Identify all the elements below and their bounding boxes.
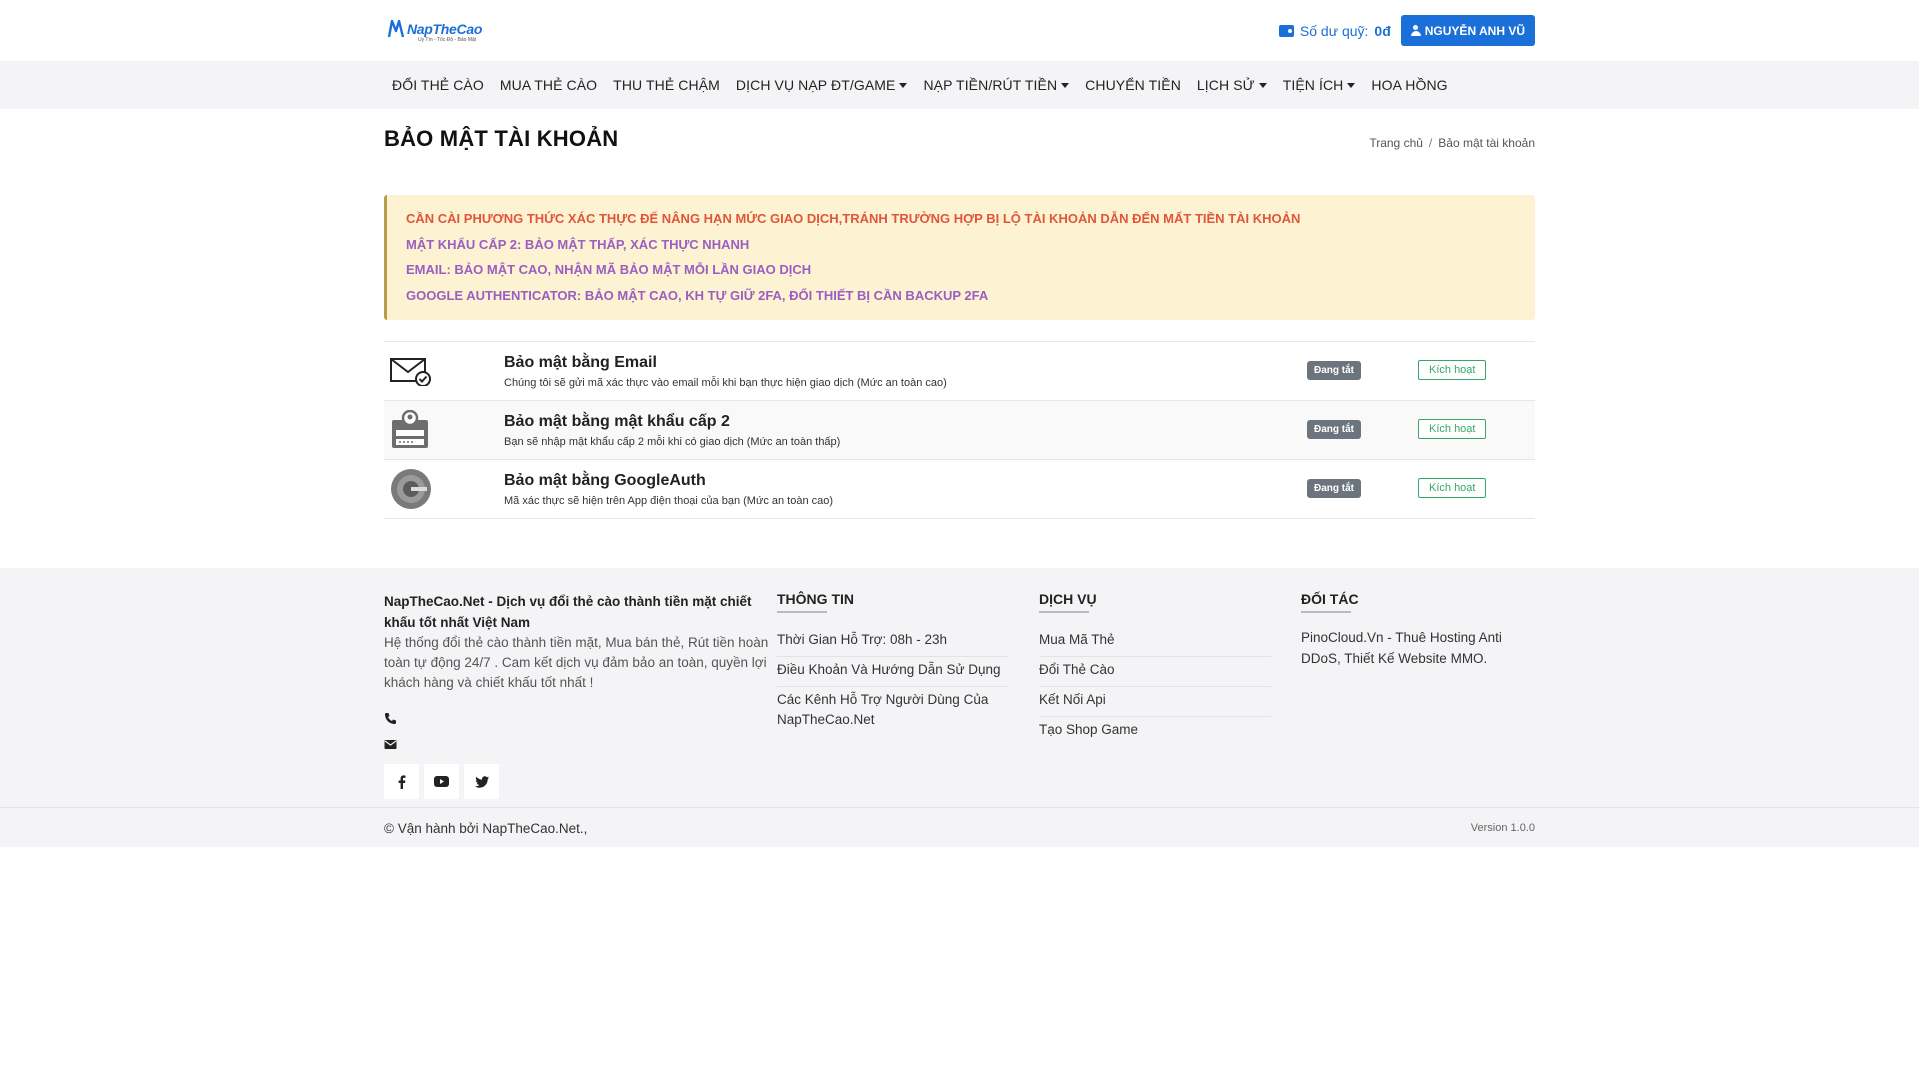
- nav-lich-su[interactable]: LỊCH SỬ: [1189, 77, 1275, 93]
- password-card-icon: [392, 410, 428, 448]
- footer-about: Hệ thống đổi thẻ cào thành tiền mặt, Mua…: [384, 635, 769, 690]
- status-badge: Đang tắt: [1307, 420, 1361, 439]
- security-row-password: Bảo mật bằng mật khẩu cấp 2 Bạn sẽ nhập …: [384, 401, 1535, 460]
- security-description: Bạn sẽ nhập mật khẩu cấp 2 mỗi khi có gi…: [504, 435, 841, 448]
- security-row-email: Bảo mật bằng Email Chúng tôi sẽ gửi mã x…: [384, 342, 1535, 401]
- main-nav: ĐỔI THẺ CÀO MUA THẺ CÀO THU THẺ CHẬM DỊC…: [0, 61, 1919, 109]
- wallet-icon: [1278, 24, 1294, 37]
- security-description: Mã xác thực sẽ hiện trên App điện thoại …: [504, 494, 834, 507]
- activate-googleauth-button[interactable]: Kích hoạt: [1418, 478, 1487, 498]
- logo-tagline: Uy Tín - Tốc Độ - Bảo Mật: [418, 36, 477, 43]
- nav-hoa-hong[interactable]: HOA HỒNG: [1363, 77, 1455, 93]
- caret-down-icon: [899, 82, 908, 88]
- security-description: Chúng tôi sẽ gửi mã xác thực vào email m…: [504, 376, 947, 389]
- status-badge: Đang tắt: [1307, 479, 1361, 498]
- nav-chuyen-tien[interactable]: CHUYỂN TIỀN: [1077, 77, 1189, 93]
- nav-mua-the-cao[interactable]: MUA THẺ CÀO: [492, 77, 605, 93]
- logo-text: NapTheCao: [407, 20, 483, 37]
- twitter-icon[interactable]: [464, 764, 499, 799]
- warning-line-password: MẬT KHẨU CẤP 2: BẢO MẬT THẤP, XÁC THỰC N…: [406, 236, 750, 252]
- logo-mark-icon: [387, 19, 405, 37]
- main-content: BẢO MẬT TÀI KHOẢN Trang chủ / Bảo mật tà…: [384, 109, 1535, 519]
- footer-link-terms[interactable]: Điều Khoản Và Hướng Dẫn Sử Dụng: [777, 657, 1009, 687]
- caret-down-icon: [1347, 82, 1356, 88]
- footer-info-heading: THÔNG TIN: [777, 591, 1039, 613]
- footer-brand: NapTheCao.Net - Dịch vụ đổi thẻ cào thàn…: [384, 594, 752, 630]
- security-warning-box: CẦN CÀI PHƯƠNG THỨC XÁC THỰC ĐỂ NÂNG HẠN…: [384, 195, 1535, 320]
- activate-email-button[interactable]: Kích hoạt: [1418, 360, 1487, 380]
- footer-link-buy-card[interactable]: Mua Mã Thẻ: [1039, 627, 1271, 657]
- google-authenticator-icon: [391, 469, 431, 509]
- footer-link-create-shop[interactable]: Tạo Shop Game: [1039, 717, 1271, 746]
- user-icon: [1410, 25, 1421, 36]
- breadcrumb-home[interactable]: Trang chủ: [1369, 136, 1423, 150]
- user-account-button[interactable]: NGUYỄN ANH VŨ: [1400, 15, 1535, 46]
- security-methods-table: Bảo mật bằng Email Chúng tôi sẽ gửi mã x…: [384, 341, 1535, 519]
- nav-thu-the-cham[interactable]: THU THẺ CHẬM: [605, 77, 728, 93]
- balance-value: 0đ: [1374, 22, 1391, 39]
- nav-tien-ich[interactable]: TIỆN ÍCH: [1275, 77, 1364, 93]
- site-logo[interactable]: NapTheCao Uy Tín - Tốc Độ - Bảo Mật: [384, 19, 482, 43]
- footer-services-heading: DỊCH VỤ: [1039, 591, 1301, 613]
- warning-line-main: CẦN CÀI PHƯƠNG THỨC XÁC THỰC ĐỂ NÂNG HẠN…: [406, 211, 1301, 226]
- breadcrumb: Trang chủ / Bảo mật tài khoản: [1369, 136, 1535, 150]
- security-title: Bảo mật bằng mật khẩu cấp 2: [504, 412, 730, 430]
- balance-label: Số dư quỹ:: [1299, 22, 1369, 39]
- envelope-check-icon: [390, 358, 431, 386]
- security-title: Bảo mật bằng GoogleAuth: [504, 471, 706, 489]
- security-row-googleauth: Bảo mật bằng GoogleAuth Mã xác thực sẽ h…: [384, 460, 1535, 519]
- envelope-icon: [384, 731, 777, 757]
- phone-icon: [384, 705, 777, 731]
- youtube-icon[interactable]: [424, 764, 459, 799]
- breadcrumb-current: Bảo mật tài khoản: [1438, 135, 1535, 150]
- security-title: Bảo mật bằng Email: [504, 353, 657, 371]
- nav-dich-vu-nap[interactable]: DỊCH VỤ NẠP ĐT/GAME: [728, 77, 916, 93]
- nav-nap-rut-tien[interactable]: NẠP TIỀN/RÚT TIỀN: [915, 77, 1077, 93]
- user-name: NGUYỄN ANH VŨ: [1424, 23, 1525, 38]
- footer-partners-heading: ĐỐI TÁC: [1301, 591, 1535, 613]
- warning-line-email: EMAIL: BẢO MẬT CAO, NHẬN MÃ BẢO MẬT MỖI …: [406, 262, 812, 277]
- footer-bottom-bar: © Vận hành bởi NapTheCao.Net., Version 1…: [0, 807, 1919, 847]
- footer-partner-link[interactable]: PinoCloud.Vn - Thuê Hosting Anti DDoS, T…: [1301, 627, 1535, 669]
- breadcrumb-separator: /: [1428, 135, 1433, 150]
- page-title: BẢO MẬT TÀI KHOẢN: [384, 126, 619, 151]
- nav-doi-the-cao[interactable]: ĐỔI THẺ CÀO: [384, 77, 492, 93]
- version-text: Version 1.0.0: [1470, 822, 1535, 834]
- caret-down-icon: [1061, 82, 1070, 88]
- balance-display[interactable]: Số dư quỹ: 0đ: [1278, 22, 1391, 39]
- activate-password-button[interactable]: Kích hoạt: [1418, 419, 1487, 439]
- footer-link-exchange-card[interactable]: Đổi Thẻ Cào: [1039, 657, 1271, 687]
- caret-down-icon: [1258, 82, 1267, 88]
- warning-line-google-auth: GOOGLE AUTHENTICATOR: BẢO MẬT CAO, KH TỰ…: [406, 287, 989, 303]
- copyright-text: © Vận hành bởi NapTheCao.Net.,: [384, 820, 588, 836]
- footer-link-support-channels[interactable]: Các Kênh Hỗ Trợ Người Dùng Của NapTheCao…: [777, 687, 1009, 736]
- footer-link-api[interactable]: Kết Nối Api: [1039, 687, 1271, 717]
- status-badge: Đang tắt: [1307, 361, 1361, 380]
- facebook-icon[interactable]: [384, 764, 419, 799]
- top-header: NapTheCao Uy Tín - Tốc Độ - Bảo Mật Số d…: [0, 0, 1919, 61]
- site-footer: NapTheCao.Net - Dịch vụ đổi thẻ cào thàn…: [0, 568, 1919, 807]
- footer-link-support-hours[interactable]: Thời Gian Hỗ Trợ: 08h - 23h: [777, 627, 1009, 657]
